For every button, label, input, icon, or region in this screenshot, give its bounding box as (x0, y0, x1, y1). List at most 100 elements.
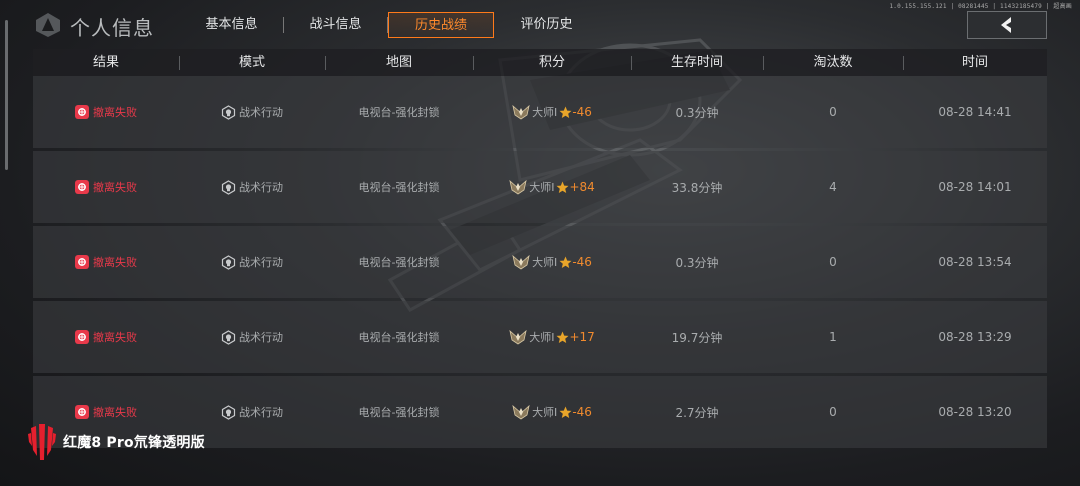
result-text: 撤离失败 (93, 406, 137, 419)
mode-cell: 战术行动 (179, 151, 325, 223)
score-cell: 大师I -46 (473, 226, 631, 298)
kills-cell: 4 (763, 151, 903, 223)
mode-cell: 战术行动 (179, 76, 325, 148)
map-text: 电视台-强化封锁 (358, 331, 440, 344)
master-rank-badge-icon (509, 179, 527, 195)
map-text: 电视台-强化封锁 (358, 106, 440, 119)
map-cell: 电视台-强化封锁 (325, 226, 473, 298)
back-button[interactable] (967, 11, 1047, 39)
star-icon (559, 406, 572, 418)
kill-count: 1 (829, 330, 837, 344)
kill-count: 4 (829, 180, 837, 194)
skull-emblem-icon (221, 329, 236, 345)
match-time: 08-28 14:01 (938, 180, 1012, 194)
result-text: 撤离失败 (93, 106, 137, 119)
table-row[interactable]: 撤离失败 战术行动 电视台-强化封锁 大师I -46 0.3分钟 0 08-28… (33, 76, 1047, 148)
map-text: 电视台-强化封锁 (358, 256, 440, 269)
map-text: 电视台-强化封锁 (358, 406, 440, 419)
master-rank-badge-icon (512, 104, 530, 120)
tab-battle-info[interactable]: 战斗信息 (284, 12, 387, 38)
rank-text: 大师I (532, 106, 558, 119)
watermark-text: 红魔8 Pro氘锋透明版 (63, 435, 205, 451)
survival-cell: 0.3分钟 (631, 226, 763, 298)
star-icon (559, 106, 572, 118)
score-cell: 大师I +17 (473, 301, 631, 373)
extraction-fail-icon (75, 405, 89, 419)
match-time: 08-28 13:20 (938, 405, 1012, 419)
mode-cell: 战术行动 (179, 301, 325, 373)
skull-emblem-icon (221, 104, 236, 120)
survival-time: 19.7分钟 (671, 330, 723, 345)
score-change: -46 (572, 405, 592, 419)
score-change: -46 (572, 105, 592, 119)
map-cell: 电视台-强化封锁 (325, 301, 473, 373)
extraction-fail-icon (75, 330, 89, 344)
master-rank-badge-icon (509, 329, 527, 345)
table-row[interactable]: 撤离失败 战术行动 电视台-强化封锁 大师I -46 0.3分钟 0 08-28… (33, 226, 1047, 298)
kills-cell: 0 (763, 76, 903, 148)
skull-emblem-icon (221, 179, 236, 195)
kill-count: 0 (829, 405, 837, 419)
kills-cell: 0 (763, 226, 903, 298)
result-cell: 撤离失败 (33, 301, 179, 373)
result-cell: 撤离失败 (33, 226, 179, 298)
map-cell: 电视台-强化封锁 (325, 376, 473, 448)
time-cell: 08-28 13:20 (903, 376, 1047, 448)
master-rank-badge-icon (512, 404, 530, 420)
result-text: 撤离失败 (93, 181, 137, 194)
score-change: -46 (572, 255, 592, 269)
mode-text: 战术行动 (239, 256, 283, 269)
page-title: 个人信息 (70, 16, 154, 40)
survival-cell: 19.7分钟 (631, 301, 763, 373)
rank-text: 大师I (529, 181, 555, 194)
table-row[interactable]: 撤离失败 战术行动 电视台-强化封锁 大师I +84 33.8分钟 4 08-2… (33, 151, 1047, 223)
kill-count: 0 (829, 105, 837, 119)
kills-cell: 0 (763, 376, 903, 448)
score-cell: 大师I +84 (473, 151, 631, 223)
header: 个人信息 基本信息 战斗信息 历史战绩 评价历史 (0, 0, 1080, 50)
result-text: 撤离失败 (93, 256, 137, 269)
column-header-result: 结果 (92, 55, 119, 70)
column-header-kills: 淘汰数 (763, 49, 903, 76)
game-logo-icon (36, 13, 60, 37)
column-header-time: 时间 (903, 49, 1047, 76)
mode-text: 战术行动 (239, 406, 283, 419)
skull-emblem-icon (221, 254, 236, 270)
score-change: +17 (569, 330, 595, 344)
column-header-mode: 模式 (179, 49, 325, 76)
score-cell: 大师I -46 (473, 376, 631, 448)
result-cell: 撤离失败 (33, 76, 179, 148)
survival-time: 33.8分钟 (671, 180, 723, 195)
column-header-map: 地图 (325, 49, 473, 76)
rank-text: 大师I (529, 331, 555, 344)
table-header: 结果 模式 地图 积分 生存时间 淘汰数 时间 (33, 49, 1047, 76)
table-row[interactable]: 撤离失败 战术行动 电视台-强化封锁 大师I +17 19.7分钟 1 08-2… (33, 301, 1047, 373)
time-cell: 08-28 13:54 (903, 226, 1047, 298)
tab-evaluation-history[interactable]: 评价历史 (495, 12, 598, 38)
extraction-fail-icon (75, 105, 89, 119)
star-icon (556, 331, 569, 343)
mode-text: 战术行动 (239, 106, 283, 119)
scrollbar[interactable] (5, 20, 8, 170)
history-table: 结果 模式 地图 积分 生存时间 淘汰数 时间 撤离失败 战术行动 电视台-强化… (33, 49, 1047, 448)
skull-emblem-icon (221, 404, 236, 420)
time-cell: 08-28 14:41 (903, 76, 1047, 148)
mode-text: 战术行动 (239, 181, 283, 194)
mode-cell: 战术行动 (179, 226, 325, 298)
match-time: 08-28 14:41 (938, 105, 1012, 119)
extraction-fail-icon (75, 180, 89, 194)
survival-time: 2.7分钟 (675, 405, 719, 420)
survival-cell: 0.3分钟 (631, 76, 763, 148)
time-cell: 08-28 13:29 (903, 301, 1047, 373)
master-rank-badge-icon (512, 254, 530, 270)
survival-cell: 2.7分钟 (631, 376, 763, 448)
result-cell: 撤离失败 (33, 151, 179, 223)
tab-history-record[interactable]: 历史战绩 (388, 12, 494, 38)
column-header-survival: 生存时间 (631, 49, 763, 76)
survival-time: 0.3分钟 (675, 255, 719, 270)
rank-text: 大师I (532, 256, 558, 269)
redmagic-logo-icon (28, 424, 56, 460)
device-watermark: 红魔8 Pro氘锋透明版 (27, 422, 205, 462)
map-text: 电视台-强化封锁 (358, 181, 440, 194)
tab-basic-info[interactable]: 基本信息 (180, 12, 283, 38)
